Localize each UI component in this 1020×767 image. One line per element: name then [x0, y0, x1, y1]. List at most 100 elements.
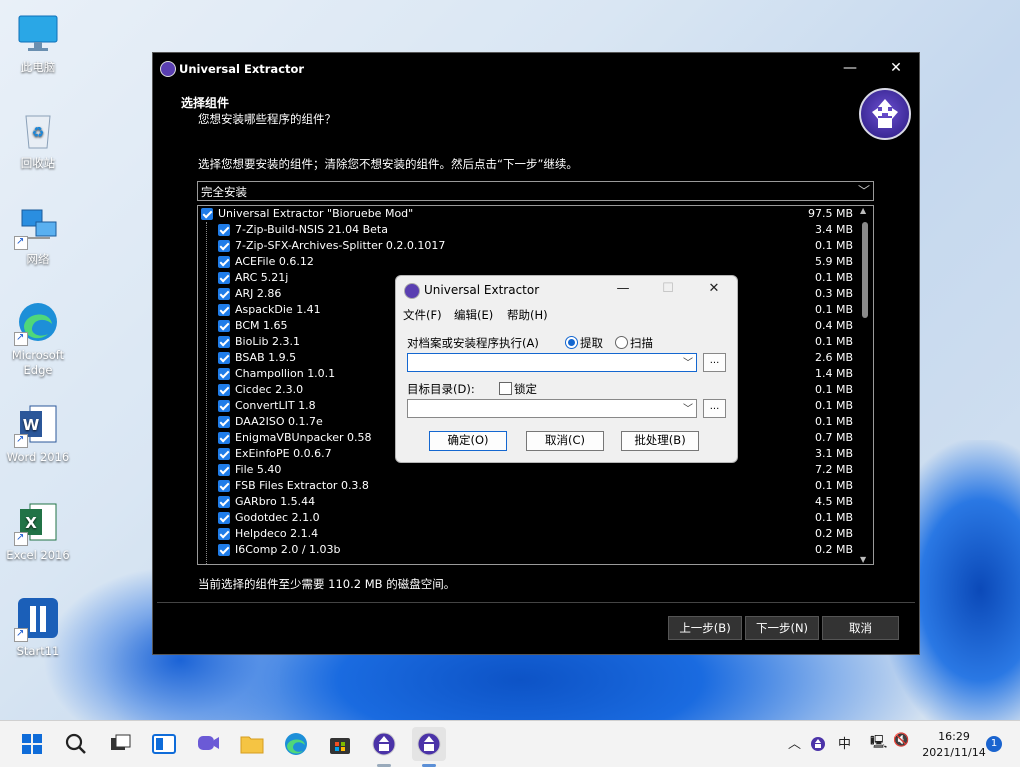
component-checkbox[interactable]	[218, 336, 230, 348]
components-scrollbar[interactable]: ▲ ▼	[857, 206, 873, 564]
source-path-combo[interactable]: ﹀	[407, 353, 697, 372]
component-checkbox[interactable]	[201, 208, 213, 220]
clock-time: 16:29	[938, 730, 970, 743]
universal-extractor-taskbar-icon[interactable]	[370, 730, 398, 758]
component-row[interactable]: 7-Zip-SFX-Archives-Splitter 0.2.0.1017 0.…	[198, 238, 853, 254]
extract-radio-label[interactable]: 提取	[580, 335, 603, 351]
page-subtitle: 您想安装哪些程序的组件？	[198, 112, 336, 126]
component-row[interactable]: Godotdec 2.1.0 0.1 MB	[198, 510, 853, 526]
network-icon	[14, 204, 60, 250]
desktop-icon-excel[interactable]: X Excel 2016	[2, 500, 74, 563]
cancel-button[interactable]: 取消	[822, 616, 899, 640]
menu-edit[interactable]: 编辑(E)	[454, 307, 493, 323]
task-view-icon[interactable]	[106, 730, 134, 758]
lock-checkbox[interactable]	[499, 382, 512, 395]
target-path-combo[interactable]: ﹀	[407, 399, 697, 418]
ime-indicator[interactable]: 中	[838, 733, 851, 752]
component-name: DAA2ISO 0.1.7e	[235, 415, 323, 428]
universal-extractor-icon	[160, 61, 176, 77]
scan-radio-label[interactable]: 扫描	[630, 335, 653, 351]
component-checkbox[interactable]	[218, 528, 230, 540]
desktop-icon-start11[interactable]: Start11	[2, 596, 74, 659]
tray-chevron-up-icon[interactable]: ︿	[788, 733, 801, 752]
component-checkbox[interactable]	[218, 256, 230, 268]
dialog-cancel-button[interactable]: 取消(C)	[526, 431, 604, 451]
desktop-icon-this-pc[interactable]: 此电脑	[2, 12, 74, 75]
component-size: 0.1 MB	[814, 399, 853, 412]
next-button[interactable]: 下一步(N)	[745, 616, 819, 640]
component-size: 4.5 MB	[814, 495, 853, 508]
scroll-down-icon[interactable]: ▼	[860, 555, 866, 564]
scan-radio[interactable]	[615, 336, 628, 349]
ok-button[interactable]: 确定(O)	[429, 431, 507, 451]
component-checkbox[interactable]	[218, 384, 230, 396]
dialog-minimize-button[interactable]: —	[608, 280, 638, 298]
component-size: 0.4 MB	[814, 319, 853, 332]
component-checkbox[interactable]	[218, 512, 230, 524]
component-checkbox[interactable]	[218, 400, 230, 412]
component-checkbox[interactable]	[218, 432, 230, 444]
chat-icon[interactable]	[194, 730, 222, 758]
component-name: AspackDie 1.41	[235, 303, 321, 316]
store-icon[interactable]	[326, 730, 354, 758]
component-checkbox[interactable]	[218, 448, 230, 460]
tray-extractor-icon[interactable]	[810, 736, 826, 752]
desktop-icon-network[interactable]: 网络	[2, 204, 74, 267]
desktop-icon-word[interactable]: W Word 2016	[2, 402, 74, 465]
search-icon[interactable]	[62, 730, 90, 758]
component-checkbox[interactable]	[218, 464, 230, 476]
dialog-close-button[interactable]: ✕	[699, 280, 729, 298]
component-checkbox[interactable]	[218, 544, 230, 556]
close-button[interactable]: ✕	[881, 59, 911, 79]
component-checkbox[interactable]	[218, 480, 230, 492]
component-checkbox[interactable]	[218, 416, 230, 428]
component-size: 0.3 MB	[814, 287, 853, 300]
menu-help[interactable]: 帮助(H)	[507, 307, 548, 323]
component-row[interactable]: Helpdeco 2.1.4 0.2 MB	[198, 526, 853, 542]
scroll-up-icon[interactable]: ▲	[860, 206, 866, 215]
component-checkbox[interactable]	[218, 352, 230, 364]
component-checkbox[interactable]	[218, 240, 230, 252]
menu-file[interactable]: 文件(F)	[403, 307, 442, 323]
component-checkbox[interactable]	[218, 272, 230, 284]
chevron-down-icon: ﹀	[857, 184, 870, 198]
component-row[interactable]: I6Comp 2.0 / 1.03b 0.2 MB	[198, 542, 853, 558]
component-checkbox[interactable]	[218, 368, 230, 380]
component-row[interactable]: File 5.40 7.2 MB	[198, 462, 853, 478]
file-explorer-icon[interactable]	[238, 730, 266, 758]
minimize-button[interactable]: —	[835, 59, 865, 79]
desktop-icon-recycle-bin[interactable]: ♻ 回收站	[2, 108, 74, 171]
component-row[interactable]: Universal Extractor "Bioruebe Mod" 97.5 M…	[198, 206, 853, 222]
component-row[interactable]: FSB Files Extractor 0.3.8 0.1 MB	[198, 478, 853, 494]
component-checkbox[interactable]	[218, 304, 230, 316]
install-type-select[interactable]: 完全安装 ﹀	[197, 181, 874, 201]
component-name: BSAB 1.9.5	[235, 351, 297, 364]
component-name: ConvertLIT 1.8	[235, 399, 316, 412]
batch-button[interactable]: 批处理(B)	[621, 431, 699, 451]
component-row[interactable]: GARbro 1.5.44 4.5 MB	[198, 494, 853, 510]
installer-titlebar[interactable]: Universal Extractor — ✕	[153, 53, 919, 85]
component-row[interactable]: ACEFile 0.6.12 5.9 MB	[198, 254, 853, 270]
scrollbar-thumb[interactable]	[862, 222, 868, 318]
target-browse-button[interactable]: ...	[703, 399, 726, 418]
lock-checkbox-label[interactable]: 锁定	[514, 381, 537, 397]
extract-radio[interactable]	[565, 336, 578, 349]
universal-extractor-active-icon[interactable]	[412, 727, 446, 761]
start-icon[interactable]	[18, 730, 46, 758]
component-size: 0.1 MB	[814, 479, 853, 492]
component-checkbox[interactable]	[218, 496, 230, 508]
widgets-icon[interactable]	[150, 730, 178, 758]
source-browse-button[interactable]: ...	[703, 353, 726, 372]
component-row[interactable]: 7-Zip-Build-NSIS 21.04 Beta 3.4 MB	[198, 222, 853, 238]
taskbar-clock[interactable]: 16:29 2021/11/14	[922, 729, 986, 761]
component-checkbox[interactable]	[218, 288, 230, 300]
back-button[interactable]: 上一步(B)	[668, 616, 742, 640]
component-checkbox[interactable]	[218, 224, 230, 236]
desktop-icon-edge[interactable]: Microsoft Edge	[2, 300, 74, 378]
component-checkbox[interactable]	[218, 320, 230, 332]
dialog-maximize-button[interactable]: ☐	[653, 280, 683, 298]
edge-icon[interactable]	[282, 730, 310, 758]
volume-muted-icon[interactable]: 🔇	[893, 733, 909, 748]
network-tray-icon[interactable]: 🖳	[870, 733, 887, 755]
notification-badge[interactable]: 1	[986, 736, 1002, 752]
